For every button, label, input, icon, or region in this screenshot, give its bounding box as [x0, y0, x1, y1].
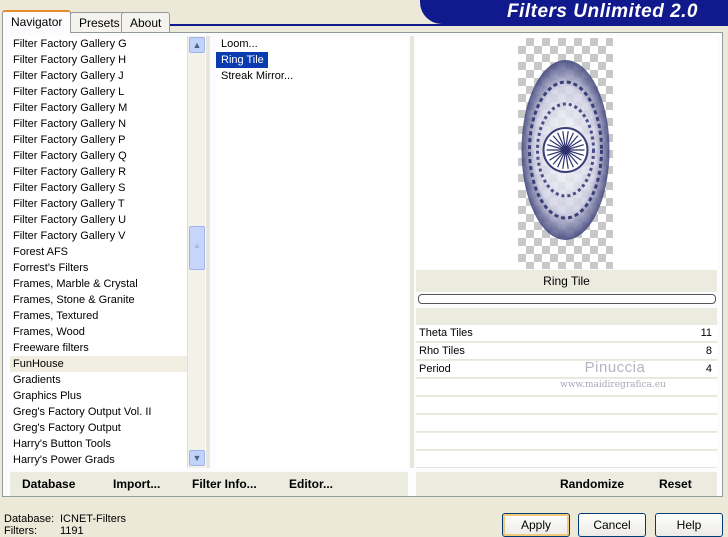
- cancel-button[interactable]: Cancel: [578, 513, 646, 537]
- category-item[interactable]: Frames, Stone & Granite: [10, 292, 205, 308]
- watermark-url: www.maidiregrafica.eu: [560, 380, 666, 390]
- app-title: Filters Unlimited 2.0: [506, 1, 698, 22]
- action-bar-left: Database Import... Filter Info... Editor…: [10, 472, 408, 496]
- category-item[interactable]: FunHouse: [10, 356, 205, 372]
- category-item[interactable]: Filter Factory Gallery H: [10, 52, 205, 68]
- param-value: 4: [705, 363, 712, 375]
- category-item[interactable]: Filter Factory Gallery N: [10, 116, 205, 132]
- param-empty: [416, 397, 717, 414]
- category-item[interactable]: Filter Factory Gallery M: [10, 100, 205, 116]
- param-empty: [416, 433, 717, 450]
- param-label: Rho Tiles: [419, 345, 465, 357]
- ring-tile-preview-image: [521, 60, 610, 240]
- category-item[interactable]: Filter Factory Gallery G: [10, 36, 205, 52]
- category-item[interactable]: Forest AFS: [10, 244, 205, 260]
- title-banner: Filters Unlimited 2.0: [420, 0, 728, 24]
- category-item[interactable]: Forrest's Filters: [10, 260, 205, 276]
- param-empty: [416, 415, 717, 432]
- category-item[interactable]: Harry's Button Tools: [10, 436, 205, 452]
- param-label: Theta Tiles: [419, 327, 473, 339]
- param-rho-tiles[interactable]: Rho Tiles 8: [416, 343, 717, 360]
- filter-item[interactable]: Ring Tile: [216, 52, 268, 68]
- preview-filter-name: Ring Tile: [416, 270, 717, 292]
- import-button[interactable]: Import...: [113, 477, 160, 491]
- param-value: 8: [705, 345, 712, 357]
- category-item[interactable]: Filter Factory Gallery P: [10, 132, 205, 148]
- category-item[interactable]: Graphics Plus: [10, 388, 205, 404]
- tab-about[interactable]: About: [121, 12, 171, 32]
- filter-list[interactable]: Loom... Ring Tile Streak Mirror...: [216, 36, 408, 468]
- category-item[interactable]: Frames, Marble & Crystal: [10, 276, 205, 292]
- filter-item[interactable]: Streak Mirror...: [216, 68, 408, 84]
- param-empty: [416, 451, 717, 468]
- watermark-name: Pinuccia: [584, 359, 646, 376]
- param-theta-tiles[interactable]: Theta Tiles 11: [416, 325, 717, 342]
- apply-button[interactable]: Apply: [502, 513, 570, 537]
- preview-image: [518, 38, 613, 269]
- category-item[interactable]: Greg's Factory Output: [10, 420, 205, 436]
- filters-label: Filters:: [4, 525, 37, 537]
- tab-navigator[interactable]: Navigator: [2, 10, 72, 33]
- action-bar-right: Randomize Reset: [416, 472, 717, 496]
- filter-item[interactable]: Loom...: [216, 36, 408, 52]
- category-item[interactable]: Gradients: [10, 372, 205, 388]
- category-scrollbar[interactable]: ▲ ≡ ▼: [187, 36, 205, 468]
- category-item[interactable]: Greg's Factory Output Vol. II: [10, 404, 205, 420]
- filters-count: 1191: [60, 525, 84, 537]
- category-item[interactable]: Filter Factory Gallery L: [10, 84, 205, 100]
- database-value: ICNET-Filters: [60, 513, 126, 525]
- category-item[interactable]: Frames, Wood: [10, 324, 205, 340]
- reset-button[interactable]: Reset: [659, 477, 692, 491]
- category-item[interactable]: Filter Factory Gallery R: [10, 164, 205, 180]
- tab-presets[interactable]: Presets: [70, 12, 129, 32]
- database-label: Database:: [4, 513, 55, 525]
- param-value: 11: [700, 327, 712, 339]
- randomize-button[interactable]: Randomize: [560, 477, 624, 491]
- category-item[interactable]: Freeware filters: [10, 340, 205, 356]
- divider: [410, 36, 414, 468]
- category-list[interactable]: Filter Factory Gallery G Filter Factory G…: [10, 36, 205, 468]
- scroll-down-icon[interactable]: ▼: [189, 450, 205, 466]
- filter-info-button[interactable]: Filter Info...: [192, 477, 257, 491]
- scroll-up-icon[interactable]: ▲: [189, 37, 205, 53]
- category-item[interactable]: Filter Factory Gallery U: [10, 212, 205, 228]
- category-item[interactable]: Filter Factory Gallery Q: [10, 148, 205, 164]
- category-item[interactable]: Filter Factory Gallery J: [10, 68, 205, 84]
- category-item[interactable]: Filter Factory Gallery T: [10, 196, 205, 212]
- preview-area: [416, 36, 717, 269]
- category-item[interactable]: Filter Factory Gallery S: [10, 180, 205, 196]
- database-button[interactable]: Database: [22, 477, 75, 491]
- param-label: Period: [419, 363, 451, 375]
- scroll-thumb[interactable]: ≡: [189, 226, 205, 270]
- category-item[interactable]: Frames, Textured: [10, 308, 205, 324]
- category-item[interactable]: Harry's Power Grads: [10, 452, 205, 468]
- banner-underline: [160, 24, 728, 26]
- progress-bar: [418, 294, 716, 304]
- editor-button[interactable]: Editor...: [289, 477, 333, 491]
- category-item[interactable]: Filter Factory Gallery V: [10, 228, 205, 244]
- help-button[interactable]: Help: [655, 513, 723, 537]
- divider: [206, 36, 210, 468]
